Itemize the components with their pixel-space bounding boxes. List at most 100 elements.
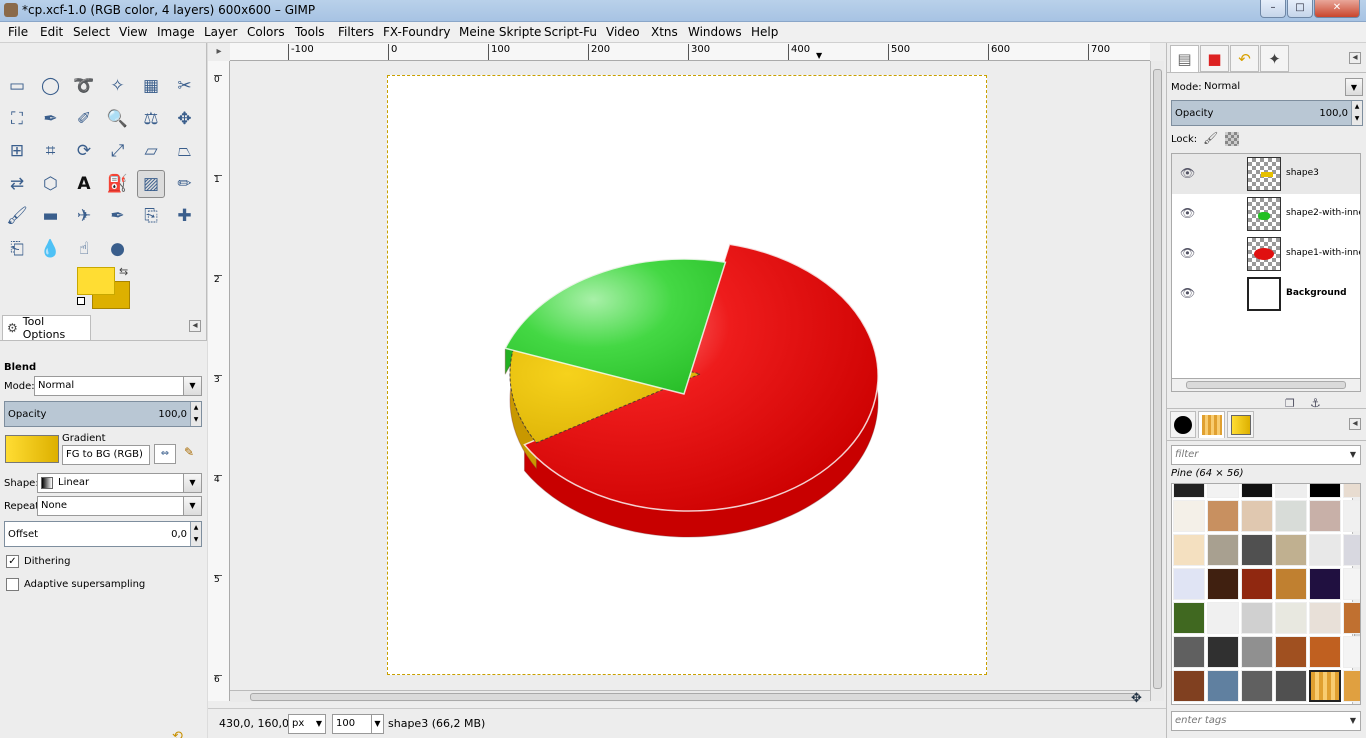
scroll-thumb[interactable] xyxy=(1153,69,1162,689)
move-tool-icon[interactable]: ✥ xyxy=(171,105,199,133)
menu-edit[interactable]: Edit xyxy=(40,25,63,39)
color-picker-tool-icon[interactable]: ✐ xyxy=(70,105,98,133)
pattern-swatch[interactable] xyxy=(1309,568,1341,600)
foreground-color-swatch[interactable] xyxy=(77,267,115,295)
perspective-tool-icon[interactable]: ⏢ xyxy=(171,137,199,165)
pattern-swatch[interactable] xyxy=(1207,602,1239,634)
pattern-swatch[interactable] xyxy=(1173,602,1205,634)
pattern-swatch[interactable] xyxy=(1173,534,1205,566)
navigate-icon[interactable]: ✥ xyxy=(1131,691,1142,706)
tab-brushes[interactable] xyxy=(1170,411,1196,438)
select-by-color-tool-icon[interactable]: ▦ xyxy=(137,72,165,100)
scroll-thumb[interactable] xyxy=(1186,381,1346,389)
dodge-burn-tool-icon[interactable]: ● xyxy=(104,235,132,263)
menu-filters[interactable]: Filters xyxy=(338,25,374,39)
pattern-swatch[interactable] xyxy=(1343,534,1360,566)
pattern-swatch[interactable] xyxy=(1343,484,1360,498)
airbrush-tool-icon[interactable]: ✈ xyxy=(70,202,98,230)
swap-colors-icon[interactable]: ⇆ xyxy=(119,265,128,278)
pattern-swatch[interactable] xyxy=(1275,636,1307,668)
menu-script-fu[interactable]: Script-Fu xyxy=(544,25,597,39)
pattern-swatch[interactable] xyxy=(1343,568,1360,600)
paths-tool-icon[interactable]: ✒ xyxy=(37,105,65,133)
menu-tools[interactable]: Tools xyxy=(295,25,325,39)
menu-windows[interactable]: Windows xyxy=(688,25,742,39)
tags-input[interactable]: enter tags ▼ xyxy=(1171,711,1361,731)
offset-slider[interactable]: Offset 0,0 ▲ ▼ xyxy=(4,521,202,547)
pattern-swatch[interactable] xyxy=(1275,602,1307,634)
pattern-swatch[interactable] xyxy=(1275,500,1307,532)
pattern-swatch[interactable] xyxy=(1309,500,1341,532)
eye-icon[interactable]: 👁 xyxy=(1180,166,1195,180)
layer-opacity-spinner[interactable]: ▲ ▼ xyxy=(1351,101,1362,125)
layer-row-shape1[interactable]: 👁 shape1-with-inne xyxy=(1172,234,1360,274)
eye-icon[interactable]: 👁 xyxy=(1180,286,1195,300)
eraser-tool-icon[interactable]: ▬ xyxy=(37,202,65,230)
tab-layers[interactable]: ▤ xyxy=(1170,45,1199,72)
canvas-viewport[interactable] xyxy=(230,61,1150,701)
dock-menu-icon[interactable]: ◂ xyxy=(1349,52,1361,64)
clone-tool-icon[interactable]: ⎘ xyxy=(137,202,165,230)
tab-paths[interactable]: ✦ xyxy=(1260,45,1289,72)
pattern-swatch[interactable] xyxy=(1343,636,1360,668)
dock-menu-icon[interactable]: ◂ xyxy=(189,320,201,332)
align-tool-icon[interactable]: ⊞ xyxy=(3,137,31,165)
shape-select[interactable]: Linear ▼ xyxy=(37,473,202,493)
scissors-tool-icon[interactable]: ✂ xyxy=(171,72,199,100)
pattern-swatch[interactable] xyxy=(1207,484,1239,498)
pattern-swatch[interactable] xyxy=(1275,534,1307,566)
pattern-swatch[interactable] xyxy=(1207,534,1239,566)
menu-image[interactable]: Image xyxy=(157,25,195,39)
pattern-swatch[interactable] xyxy=(1343,670,1360,702)
menu-colors[interactable]: Colors xyxy=(247,25,285,39)
pattern-swatch[interactable] xyxy=(1173,484,1205,498)
tab-undo-history[interactable]: ↶ xyxy=(1230,45,1259,72)
menu-file[interactable]: File xyxy=(8,25,28,39)
mode-select[interactable]: Normal ▼ xyxy=(34,376,202,396)
image-canvas[interactable] xyxy=(387,75,987,675)
layer-row-background[interactable]: 👁 Background xyxy=(1172,274,1360,314)
pattern-swatch[interactable] xyxy=(1309,534,1341,566)
pattern-swatch[interactable] xyxy=(1275,484,1307,498)
pattern-swatch[interactable] xyxy=(1207,500,1239,532)
pattern-swatch[interactable] xyxy=(1173,670,1205,702)
heal-tool-icon[interactable]: ✚ xyxy=(171,202,199,230)
pattern-swatch[interactable] xyxy=(1343,500,1360,532)
pattern-swatch[interactable] xyxy=(1173,636,1205,668)
tab-patterns[interactable] xyxy=(1198,411,1225,438)
unit-select[interactable]: px ▼ xyxy=(288,714,326,734)
pattern-swatch[interactable] xyxy=(1241,534,1273,566)
layers-horizontal-scrollbar[interactable] xyxy=(1171,378,1361,392)
reset-colors-icon[interactable] xyxy=(77,297,85,305)
gradient-preview-button[interactable] xyxy=(5,435,59,463)
layer-row-shape3[interactable]: 👁 shape3 xyxy=(1172,154,1360,194)
layer-mode-select[interactable]: Normal ▼ xyxy=(1201,78,1363,98)
zoom-tool-icon[interactable]: 🔍 xyxy=(104,105,132,133)
horizontal-scrollbar[interactable] xyxy=(230,690,1150,702)
offset-spinner[interactable]: ▲ ▼ xyxy=(190,522,201,546)
pattern-swatch[interactable] xyxy=(1343,602,1360,634)
pattern-swatch[interactable] xyxy=(1275,568,1307,600)
pattern-swatch[interactable] xyxy=(1207,670,1239,702)
pattern-swatch[interactable] xyxy=(1309,636,1341,668)
minimize-button[interactable]: – xyxy=(1260,0,1286,18)
blur-tool-icon[interactable]: 💧 xyxy=(37,235,65,263)
dithering-checkbox[interactable]: ✓ xyxy=(6,555,19,568)
pattern-swatch[interactable] xyxy=(1309,484,1341,498)
dock-menu-icon[interactable]: ◂ xyxy=(1349,418,1361,430)
menu-layer[interactable]: Layer xyxy=(204,25,237,39)
zoom-select[interactable]: 100 ▼ xyxy=(332,714,384,734)
vertical-ruler[interactable]: 0 1 2 3 4 5 6 xyxy=(208,61,230,701)
measure-tool-icon[interactable]: ⚖ xyxy=(137,105,165,133)
shear-tool-icon[interactable]: ▱ xyxy=(137,137,165,165)
scroll-thumb[interactable] xyxy=(250,693,1140,701)
pattern-filter-input[interactable]: filter ▼ xyxy=(1171,445,1361,465)
canvas-menu-icon[interactable]: ▸ xyxy=(208,43,230,61)
lock-pixels-icon[interactable]: 🖌 xyxy=(1203,131,1218,145)
layer-row-shape2[interactable]: 👁 shape2-with-inne xyxy=(1172,194,1360,234)
pattern-swatch[interactable] xyxy=(1241,500,1273,532)
restore-defaults-icon[interactable]: ⟲ xyxy=(172,729,183,738)
pattern-swatch[interactable] xyxy=(1173,568,1205,600)
ink-tool-icon[interactable]: ✒ xyxy=(104,202,132,230)
close-button[interactable]: ✕ xyxy=(1314,0,1360,18)
